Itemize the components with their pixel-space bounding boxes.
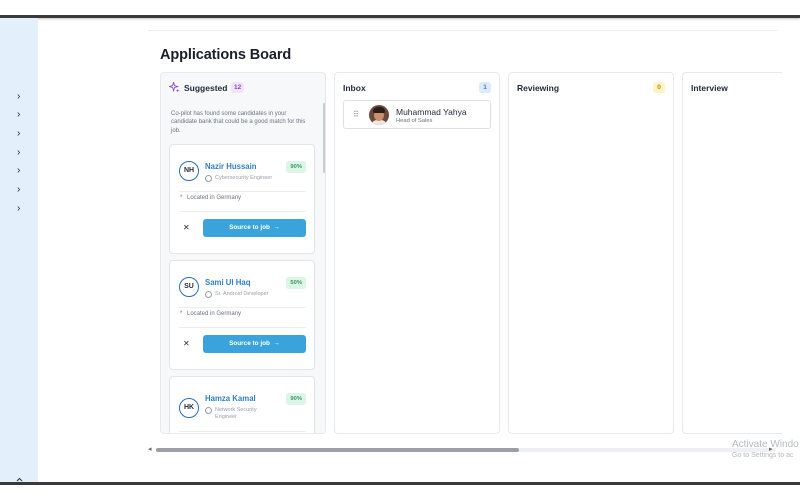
watermark-title: Activate Windo <box>732 439 799 450</box>
button-label: Source to job <box>229 340 270 347</box>
candidate-card: HK Hamza Kamal Network Security Engineer… <box>169 376 315 433</box>
source-to-job-button[interactable]: Source to job → <box>203 219 306 237</box>
scrollbar-track[interactable] <box>156 448 776 452</box>
windows-activation-watermark: Activate Windo Go to Settings to ac <box>732 439 799 461</box>
candidate-role: Network Security Engineer <box>215 407 257 420</box>
card-divider <box>179 211 306 212</box>
column-title: Suggested <box>184 83 228 93</box>
column-title: Reviewing <box>517 83 560 93</box>
column-interview: Interview <box>682 72 782 434</box>
clock-icon <box>205 175 212 182</box>
drag-handle-icon[interactable]: ⠿ <box>353 111 359 119</box>
clock-icon <box>205 291 212 298</box>
candidate-role: Sr. Android Developer <box>215 291 269 297</box>
candidate-name-link[interactable]: Nazir Hussain <box>205 162 257 171</box>
board-horizontal-scrollbar[interactable]: ◂ ▸ <box>148 446 778 454</box>
column-count-badge: 0 <box>653 82 665 93</box>
sparkle-icon <box>169 82 180 93</box>
match-score-badge: 50% <box>286 277 306 289</box>
page-title: Applications Board <box>160 47 292 63</box>
scroll-left-arrow-icon[interactable]: ◂ <box>148 446 152 454</box>
scrollbar-thumb[interactable] <box>156 448 519 452</box>
sidebar-expand-7-chevron-right-icon[interactable]: › <box>17 204 25 214</box>
column-count-badge: 1 <box>479 82 491 93</box>
location-marker-icon: * <box>180 195 183 201</box>
watermark-subtitle: Go to Settings to ac <box>732 452 794 459</box>
sidebar: › › › › › › › <box>0 18 38 487</box>
candidate-location: Located in Germany <box>187 311 242 317</box>
candidate-name-link[interactable]: Sami Ul Haq <box>205 278 251 287</box>
arrow-right-icon: → <box>271 224 280 231</box>
sidebar-expand-1-chevron-right-icon[interactable]: › <box>17 92 25 102</box>
dismiss-close-icon[interactable]: ✕ <box>183 224 190 232</box>
source-to-job-button[interactable]: Source to job → <box>203 335 306 353</box>
card-divider <box>179 191 306 192</box>
card-divider <box>179 327 306 328</box>
applicant-card[interactable]: ⠿ Muhammad Yahya Head of Sales <box>343 100 491 129</box>
card-divider <box>179 431 306 432</box>
clock-icon <box>205 407 212 414</box>
card-divider <box>179 307 306 308</box>
copilot-description: Co-pilot has found some candidates in yo… <box>171 111 306 134</box>
sidebar-expand-4-chevron-right-icon[interactable]: › <box>17 148 25 158</box>
match-score-badge: 90% <box>286 161 306 173</box>
avatar: NH <box>179 161 199 181</box>
candidate-name-link[interactable]: Hamza Kamal <box>205 394 256 403</box>
dismiss-close-icon[interactable]: ✕ <box>183 340 190 348</box>
column-reviewing: Reviewing 0 <box>508 72 674 434</box>
applicant-role: Head of Sales <box>396 118 433 124</box>
applicant-name: Muhammad Yahya <box>396 107 467 117</box>
avatar: SU <box>179 277 199 297</box>
sidebar-expand-5-chevron-right-icon[interactable]: › <box>17 166 25 176</box>
candidate-location: Located in Germany <box>187 195 242 201</box>
column-count-badge: 12 <box>231 82 245 93</box>
column-title: Interview <box>691 83 728 93</box>
column-title: Inbox <box>343 83 366 93</box>
window-top-bar <box>0 0 800 18</box>
avatar: HK <box>179 398 199 418</box>
match-score-badge: 90% <box>286 393 306 405</box>
candidate-role: Cybersecurity Engineer <box>215 175 273 181</box>
sidebar-expand-6-chevron-right-icon[interactable]: › <box>17 185 25 195</box>
arrow-right-icon: → <box>271 340 280 347</box>
sidebar-expand-2-chevron-right-icon[interactable]: › <box>17 110 25 120</box>
column-scrollbar[interactable] <box>323 103 325 173</box>
app-window: › › › › › › › Applications Board Suggest… <box>0 0 800 500</box>
button-label: Source to job <box>229 224 270 231</box>
avatar <box>369 105 389 125</box>
sidebar-expand-3-chevron-right-icon[interactable]: › <box>17 129 25 139</box>
column-suggested: Suggested 12 Co-pilot has found some can… <box>160 72 326 434</box>
window-bottom-bar <box>0 482 800 500</box>
location-marker-icon: * <box>180 311 183 317</box>
content-divider <box>148 30 778 31</box>
column-inbox: Inbox 1 ⠿ Muhammad Yahya Head of Sales <box>334 72 500 434</box>
candidate-card: SU Sami Ul Haq Sr. Android Developer 50%… <box>169 260 315 370</box>
candidate-card: NH Nazir Hussain Cybersecurity Engineer … <box>169 144 315 254</box>
